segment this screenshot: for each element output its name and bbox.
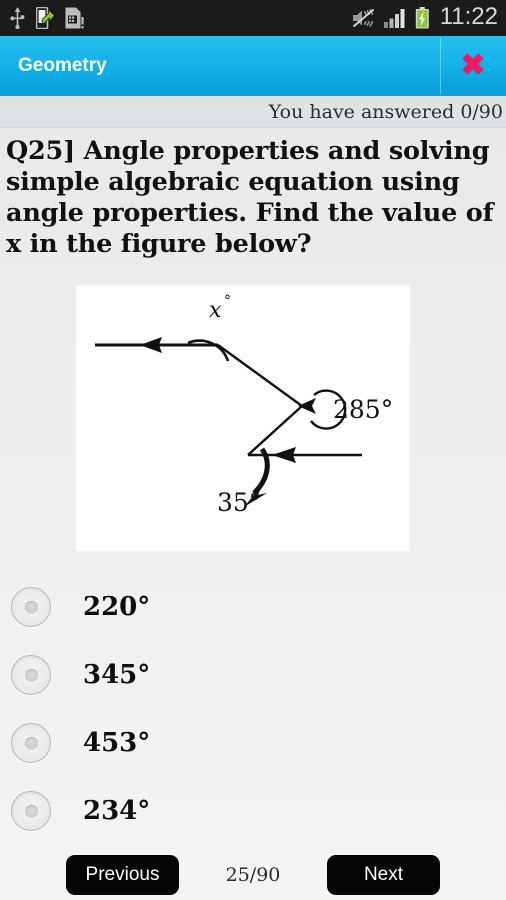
sim-card-icon [65, 7, 84, 29]
radio-button-3[interactable] [11, 791, 51, 831]
status-bar-left-icons [9, 6, 84, 30]
label-35-degrees: 35° [217, 488, 261, 517]
mute-icon [352, 8, 376, 28]
geometry-diagram-svg: x ° 285° 35° [76, 285, 410, 551]
status-bar-right-icons: 11:22 [352, 3, 498, 33]
clock-time: 11:22 [439, 3, 498, 30]
figure-container: x ° 285° 35° [0, 285, 506, 551]
page-counter: 25/90 [225, 864, 281, 886]
app-root: 11:22 Geometry ✖ You have answered 0/90 … [0, 0, 506, 900]
radio-inner-2 [24, 736, 38, 750]
label-285-degrees: 285° [333, 395, 393, 424]
option-label-1: 345° [83, 660, 151, 690]
radio-button-1[interactable] [11, 655, 51, 695]
radio-button-0[interactable] [11, 587, 51, 627]
answered-status-bar: You have answered 0/90 [0, 96, 506, 128]
option-row-0[interactable]: 220° [11, 573, 506, 641]
close-button[interactable]: ✖ [440, 36, 506, 96]
page-title: Geometry [18, 55, 107, 76]
android-status-bar: 11:22 [0, 0, 506, 36]
radio-button-2[interactable] [11, 723, 51, 763]
bottom-navigation-bar: Previous 25/90 Next [0, 850, 506, 900]
option-row-2[interactable]: 453° [11, 709, 506, 777]
phone-transfer-icon [35, 6, 56, 30]
option-label-0: 220° [83, 592, 151, 622]
radio-inner-3 [24, 804, 38, 818]
label-x-degree: ° [224, 293, 231, 309]
close-icon: ✖ [460, 49, 486, 82]
app-title-bar: Geometry ✖ [0, 36, 506, 96]
usb-icon [9, 7, 26, 30]
titlebar-divider [440, 38, 441, 94]
answered-count-text: You have answered 0/90 [268, 100, 503, 123]
battery-charging-icon [415, 7, 430, 29]
option-label-3: 234° [83, 796, 151, 826]
option-label-2: 453° [83, 728, 151, 758]
signal-bars-icon [383, 8, 407, 28]
radio-inner-0 [24, 600, 38, 614]
geometry-figure: x ° 285° 35° [76, 285, 410, 551]
answer-options-list: 220° 345° 453° 234° [0, 573, 506, 845]
option-row-3[interactable]: 234° [11, 777, 506, 845]
question-text: Q25] Angle properties and solving simple… [6, 136, 494, 259]
quiz-content: Q25] Angle properties and solving simple… [0, 128, 506, 850]
radio-inner-1 [24, 668, 38, 682]
previous-button[interactable]: Previous [66, 855, 179, 895]
next-button[interactable]: Next [327, 855, 440, 895]
option-row-1[interactable]: 345° [11, 641, 506, 709]
label-x: x [209, 298, 222, 323]
